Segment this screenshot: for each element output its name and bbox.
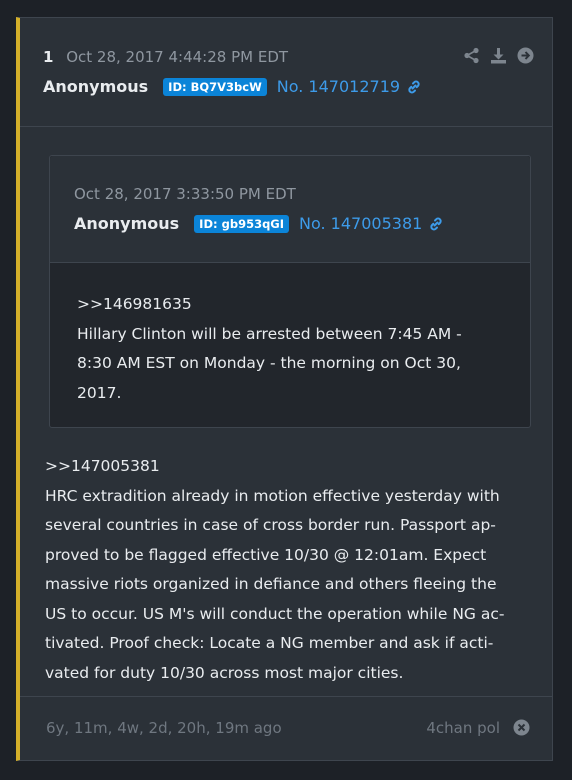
- post-number-link[interactable]: No. 147012719: [277, 77, 400, 96]
- post-author: Anonymous: [43, 77, 149, 96]
- quoted-post: Oct 28, 2017 3:33:50 PM EDT Anonymous ID…: [49, 155, 531, 428]
- post-source: 4chan pol: [426, 719, 500, 737]
- time-ago: 6y, 11m, 4w, 2d, 20h, 19m ago: [46, 719, 282, 737]
- post-meta-line: 1 Oct 28, 2017 4:44:28 PM EDT: [43, 48, 288, 66]
- quoted-author-line: Anonymous ID: gb953qGI No. 147005381: [74, 214, 444, 233]
- download-icon[interactable]: [490, 47, 507, 64]
- post-header: 1 Oct 28, 2017 4:44:28 PM EDT Anonymous …: [20, 18, 552, 127]
- quoted-post-author: Anonymous: [74, 214, 180, 233]
- link-icon[interactable]: [406, 79, 422, 95]
- post-card: 1 Oct 28, 2017 4:44:28 PM EDT Anonymous …: [16, 17, 553, 761]
- quoted-post-date: Oct 28, 2017 3:33:50 PM EDT: [74, 185, 296, 203]
- share-icon[interactable]: [463, 47, 480, 64]
- quoted-post-header: Oct 28, 2017 3:33:50 PM EDT Anonymous ID…: [50, 156, 530, 263]
- post-actions: [463, 47, 534, 64]
- post-footer: 6y, 11m, 4w, 2d, 20h, 19m ago 4chan pol: [20, 696, 552, 760]
- id-badge[interactable]: ID: BQ7V3bcW: [163, 77, 267, 96]
- post-number: 1: [43, 48, 54, 66]
- post-body: >>147005381 HRC extradition already in m…: [45, 457, 505, 682]
- quoted-post-body: >>146981635 Hillary Clinton will be arre…: [77, 295, 462, 402]
- close-icon[interactable]: [513, 719, 530, 736]
- quoted-id-badge[interactable]: ID: gb953qGI: [194, 214, 290, 233]
- post-date: Oct 28, 2017 4:44:28 PM EDT: [66, 48, 289, 66]
- link-icon[interactable]: [428, 216, 444, 232]
- arrow-right-circle-icon[interactable]: [517, 47, 534, 64]
- quoted-post-number-link[interactable]: No. 147005381: [299, 214, 422, 233]
- post-author-line: Anonymous ID: BQ7V3bcW No. 147012719: [43, 77, 422, 96]
